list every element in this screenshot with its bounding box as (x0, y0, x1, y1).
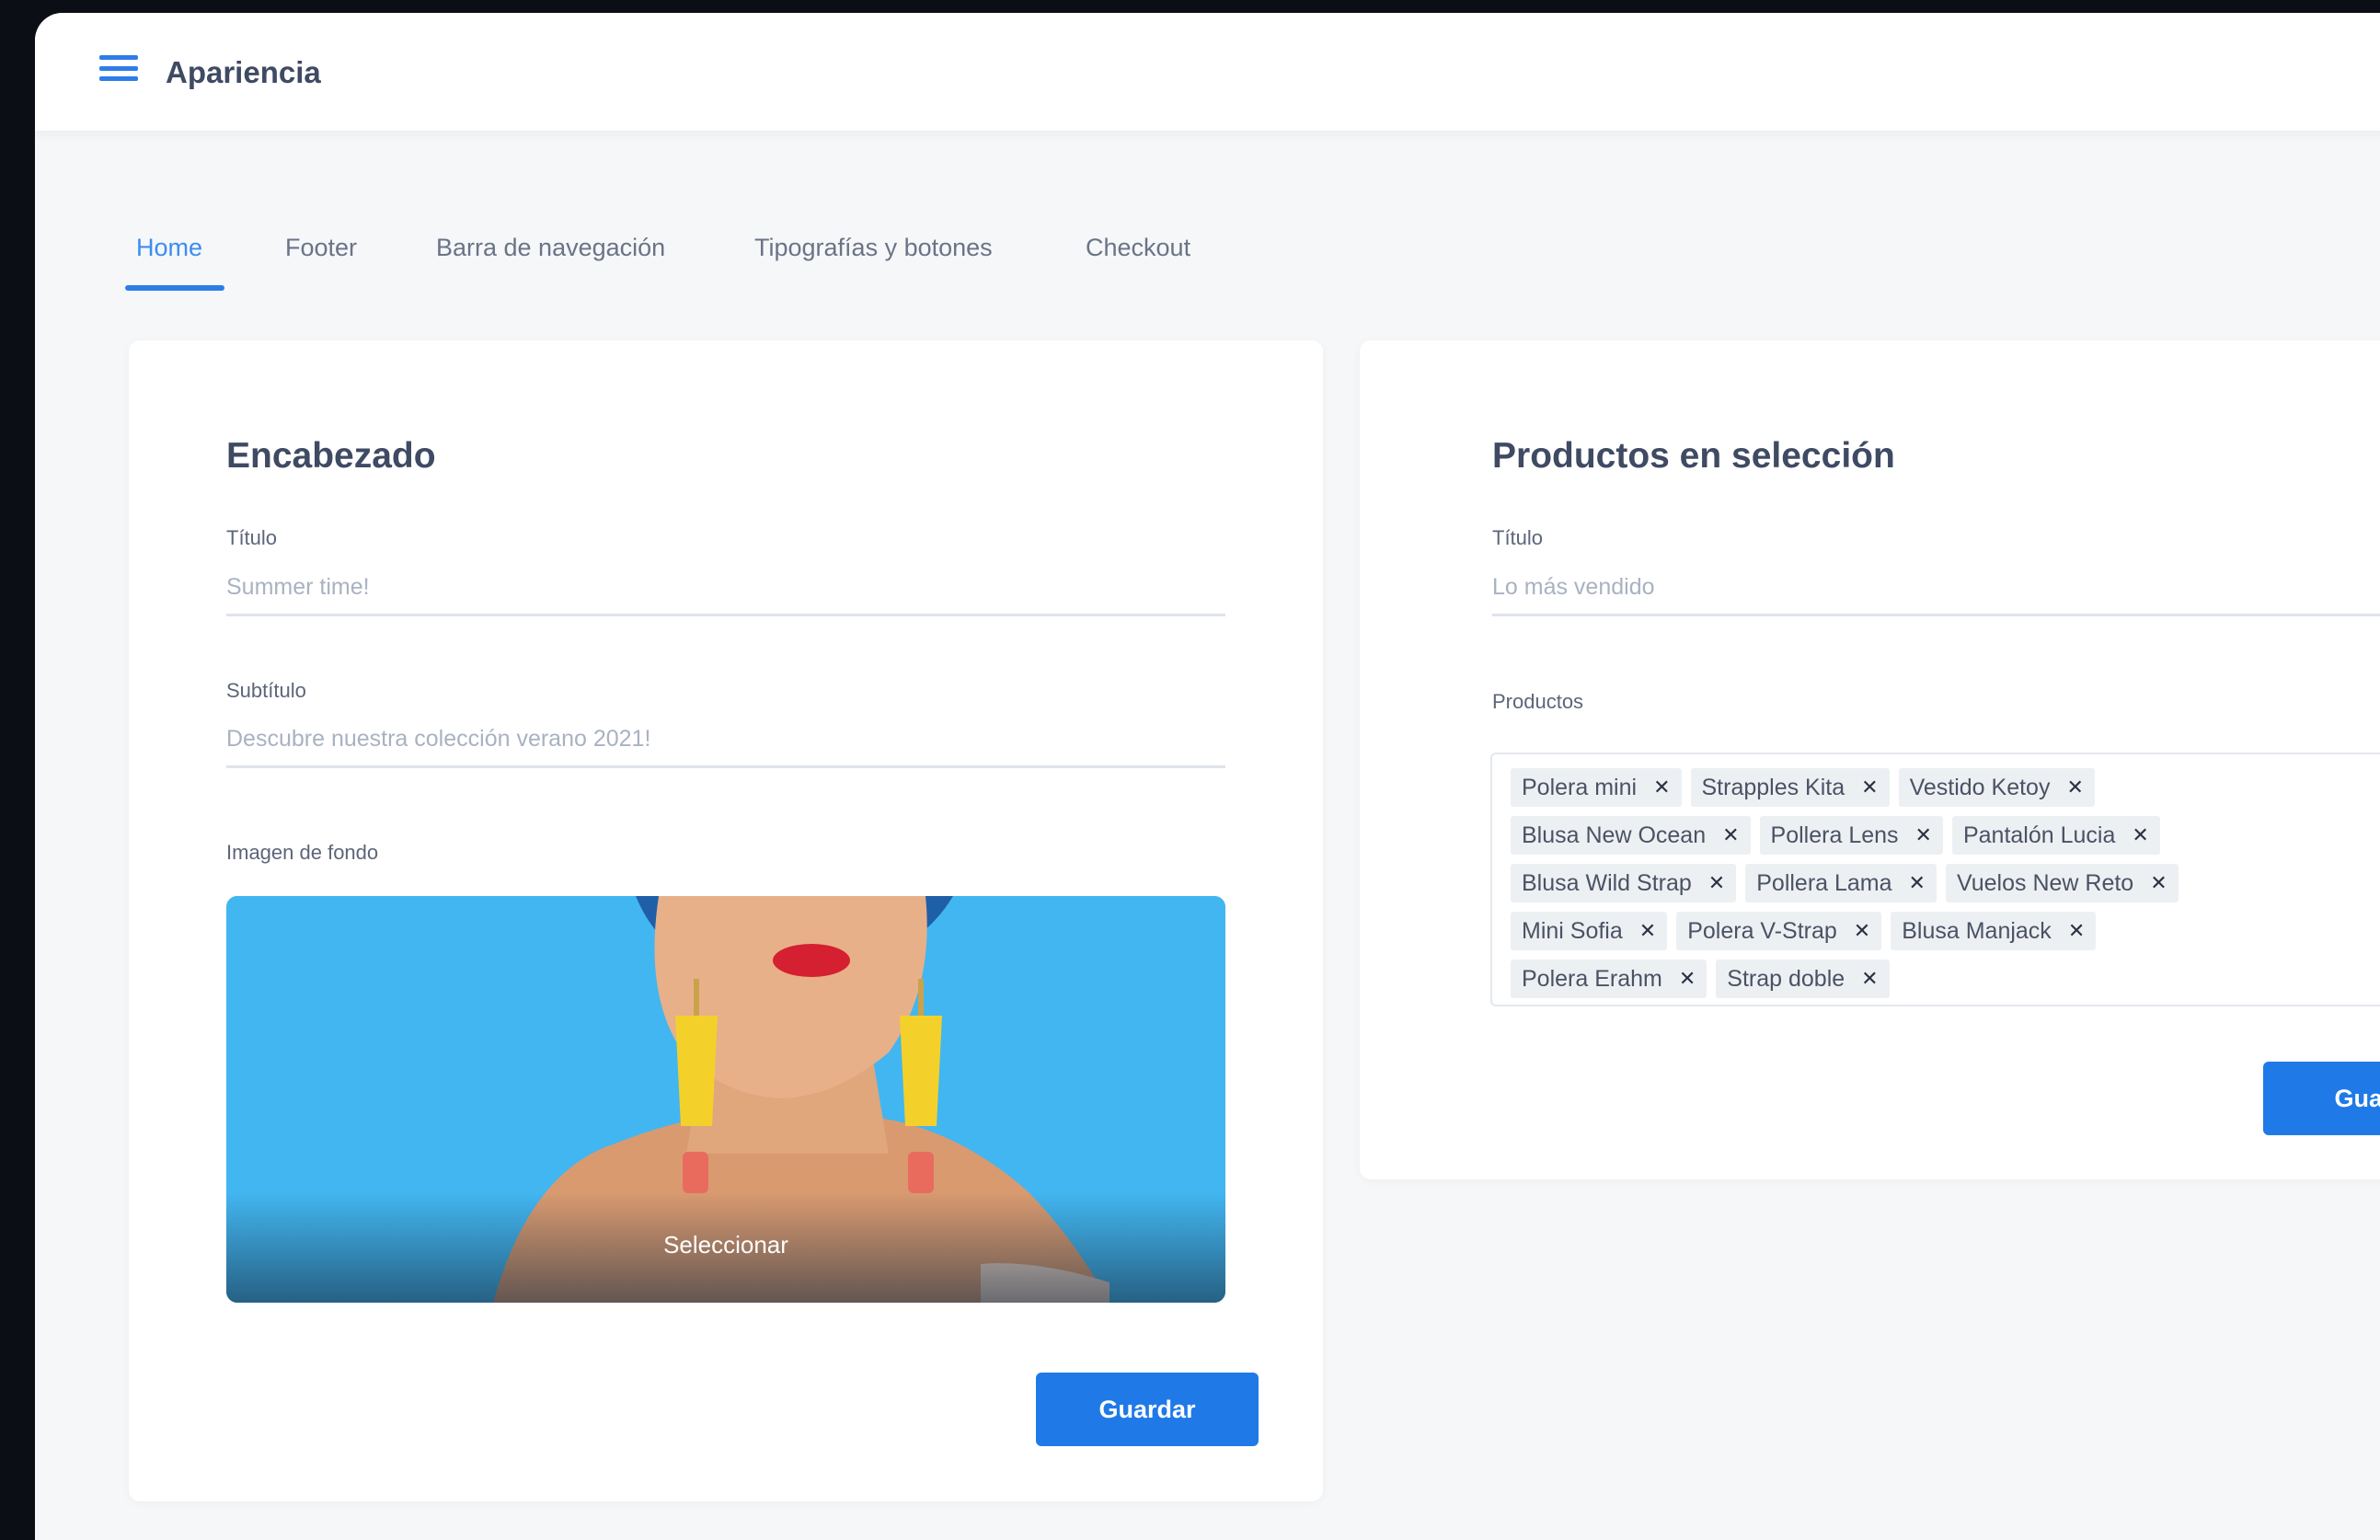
product-chip-label: Pollera Lama (1756, 869, 1892, 896)
remove-chip-icon[interactable]: ✕ (1854, 921, 1870, 941)
product-chip-label: Blusa New Ocean (1522, 822, 1707, 848)
seleccionar-label[interactable]: Seleccionar (226, 1231, 1225, 1259)
titulo-label: Título (226, 526, 278, 549)
encabezado-title: Encabezado (226, 436, 436, 476)
product-chip[interactable]: Pollera Lama ✕ (1745, 864, 1937, 902)
product-chip-label: Vuelos New Reto (1956, 869, 2134, 896)
product-chip[interactable]: Vuelos New Reto ✕ (1945, 864, 2179, 902)
top-bar: Apariencia (35, 13, 2380, 131)
encabezado-card: Encabezado Título Subtítulo Imagen de fo… (129, 340, 1323, 1501)
product-chip[interactable]: Polera Erahm ✕ (1511, 960, 1707, 998)
product-chip[interactable]: Pantalón Lucia ✕ (1951, 816, 2160, 855)
page-title: Apariencia (166, 55, 321, 89)
remove-chip-icon[interactable]: ✕ (1639, 921, 1656, 941)
active-tab-indicator (125, 285, 224, 291)
product-chip-label: Pollera Lens (1770, 822, 1899, 848)
chip-row: Mini Sofia ✕ Polera V-Strap ✕ Blusa Manjack ✕ (1511, 907, 2339, 955)
remove-chip-icon[interactable]: ✕ (1708, 873, 1725, 893)
productos-title: Productos en selección (1492, 436, 1895, 476)
chip-row: Blusa Wild Strap ✕ Pollera Lama ✕ Vuelos New… (1511, 859, 2339, 907)
productos-save-button[interactable]: Guardar (2263, 1062, 2380, 1135)
product-chip-label: Polera mini (1522, 774, 1638, 800)
subtitulo-label: Subtítulo (226, 679, 306, 702)
menu-line (99, 65, 138, 71)
tab-home[interactable]: Home (136, 206, 202, 289)
chip-row: Polera mini ✕ Strapples Kita ✕ Vestido Ketoy… (1511, 764, 2339, 811)
product-chip[interactable]: Strapples Kita ✕ (1690, 768, 1890, 807)
remove-chip-icon[interactable]: ✕ (2150, 873, 2167, 893)
productos-titulo-input[interactable] (1492, 561, 2380, 616)
selected-products: Polera mini ✕ Strapples Kita ✕ Vestido Ketoy… (1511, 764, 2339, 1003)
product-chip[interactable]: Strap doble ✕ (1716, 960, 1890, 998)
menu-line (99, 55, 138, 60)
hamburger-menu-icon[interactable] (99, 50, 138, 86)
subtitulo-input[interactable] (226, 713, 1225, 768)
product-chip-label: Pantalón Lucia (1962, 822, 2116, 848)
background-image-picker[interactable]: Seleccionar (226, 896, 1225, 1303)
product-chip[interactable]: Blusa New Ocean ✕ (1511, 816, 1751, 855)
product-chip[interactable]: Blusa Wild Strap ✕ (1511, 864, 1737, 902)
remove-chip-icon[interactable]: ✕ (1915, 825, 1932, 845)
product-chip[interactable]: Polera mini ✕ (1511, 768, 1682, 807)
chip-row: Polera Erahm ✕ Strap doble ✕ (1511, 955, 2339, 1003)
products-multiselect[interactable]: Polera mini ✕ Strapples Kita ✕ Vestido Ketoy… (1490, 753, 2380, 1006)
chip-row: Blusa New Ocean ✕ Pollera Lens ✕ Pantalón Lu… (1511, 811, 2339, 859)
tab-tipografias-y-botones[interactable]: Tipografías y botones (754, 206, 993, 289)
product-chip[interactable]: Pollera Lens ✕ (1759, 816, 1943, 855)
productos-titulo-label: Título (1492, 526, 1544, 549)
remove-chip-icon[interactable]: ✕ (2066, 777, 2083, 798)
remove-chip-icon[interactable]: ✕ (2132, 825, 2148, 845)
product-chip[interactable]: Vestido Ketoy ✕ (1898, 768, 2095, 807)
remove-chip-icon[interactable]: ✕ (1861, 777, 1878, 798)
remove-chip-icon[interactable]: ✕ (1653, 777, 1670, 798)
product-chip-label: Polera V-Strap (1687, 917, 1837, 944)
product-chip-label: Strap doble (1727, 965, 1845, 992)
product-chip-label: Blusa Wild Strap (1522, 869, 1692, 896)
tab-barra-de-navegacion[interactable]: Barra de navegación (436, 206, 665, 289)
titulo-input[interactable] (226, 561, 1225, 616)
product-chip[interactable]: Blusa Manjack ✕ (1891, 912, 2097, 950)
tab-footer[interactable]: Footer (285, 206, 357, 289)
remove-chip-icon[interactable]: ✕ (1722, 825, 1739, 845)
product-chip-label: Blusa Manjack (1902, 917, 2052, 944)
productos-label: Productos (1492, 690, 1584, 713)
remove-chip-icon[interactable]: ✕ (2068, 921, 2085, 941)
encabezado-save-button[interactable]: Guardar (1036, 1373, 1259, 1446)
productos-card: Productos en selección Título Productos … (1360, 340, 2380, 1179)
product-chip-label: Polera Erahm (1522, 965, 1662, 992)
imagen-de-fondo-label: Imagen de fondo (226, 841, 379, 864)
remove-chip-icon[interactable]: ✕ (1861, 969, 1878, 989)
product-chip-label: Mini Sofia (1522, 917, 1623, 944)
product-chip-label: Strapples Kita (1701, 774, 1845, 800)
product-chip[interactable]: Mini Sofia ✕ (1511, 912, 1668, 950)
product-chip-label: Vestido Ketoy (1909, 774, 2051, 800)
product-chip[interactable]: Polera V-Strap ✕ (1676, 912, 1882, 950)
app-window: Apariencia Home Footer Barra de navegaci… (35, 13, 2380, 1540)
remove-chip-icon[interactable]: ✕ (1909, 873, 1926, 893)
remove-chip-icon[interactable]: ✕ (1679, 969, 1696, 989)
tab-checkout[interactable]: Checkout (1086, 206, 1190, 289)
menu-line (99, 76, 138, 81)
